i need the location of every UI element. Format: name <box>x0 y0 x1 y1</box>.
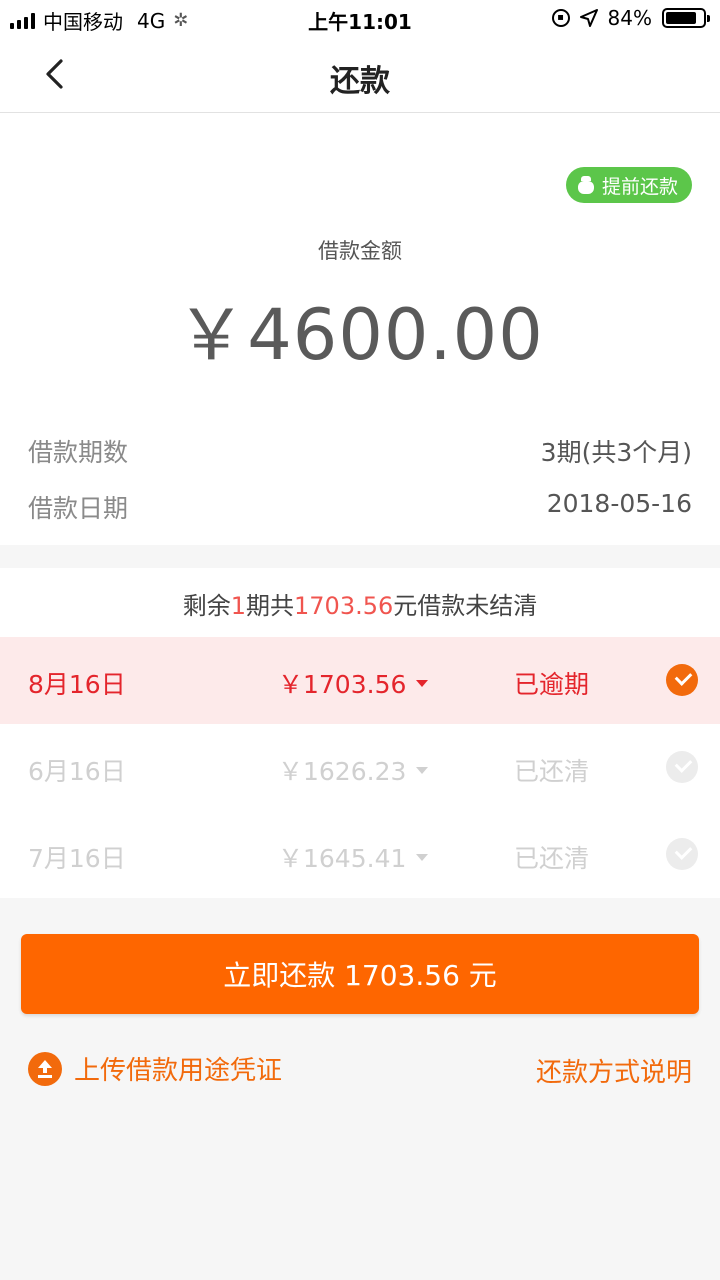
loan-amount-label: 借款金额 <box>318 239 402 263</box>
prepay-label: 提前还款 <box>601 175 678 198</box>
loan-date-row: 借款日期 2018-05-16 <box>28 489 692 529</box>
installment-row[interactable]: 6月16日 ￥1626.23 已还清 <box>0 724 720 811</box>
check-circle-icon <box>666 751 698 783</box>
installment-status: 已逾期 <box>514 670 590 699</box>
caret-down-icon <box>416 853 429 861</box>
status-bar: 中国移动 4G ✲ 上午11:01 ▪ 84% <box>0 0 720 36</box>
upload-proof-link[interactable]: 上传借款用途凭证 <box>28 1050 282 1087</box>
installment-amount-text: ￥1626.23 <box>278 757 407 786</box>
remaining-summary: 剩余1期共1703.56元借款未结清 <box>0 586 720 621</box>
battery-percent: 84% <box>607 6 652 30</box>
prepay-button[interactable]: 提前还款 <box>565 167 692 203</box>
loan-amount-value: ￥4600.00 <box>176 294 544 376</box>
rotation-lock-icon: ▪ <box>551 9 570 27</box>
repayment-method-link[interactable]: 还款方式说明 <box>536 1052 692 1089</box>
loan-periods-label: 借款期数 <box>28 438 129 467</box>
installment-date: 7月16日 <box>28 844 126 873</box>
remaining-count: 1 <box>230 592 247 620</box>
loan-date-value: 2018-05-16 <box>546 489 692 518</box>
loan-date-label: 借款日期 <box>28 494 129 523</box>
remaining-amount: 1703.56 <box>294 592 394 620</box>
installment-amount[interactable]: ￥1703.56 <box>278 665 429 701</box>
loan-periods-value: 3期(共3个月) <box>540 438 692 467</box>
installment-row[interactable]: 7月16日 ￥1645.41 已还清 <box>0 811 720 898</box>
caret-down-icon <box>416 679 429 687</box>
installment-status: 已还清 <box>514 757 590 786</box>
remaining-prefix: 剩余 <box>182 592 231 620</box>
money-bag-icon <box>577 176 594 194</box>
location-arrow-icon <box>579 9 598 27</box>
battery-fill <box>666 12 697 24</box>
installment-status: 已还清 <box>514 844 590 873</box>
installment-date: 6月16日 <box>28 757 126 786</box>
installment-amount-text: ￥1703.56 <box>278 670 407 699</box>
check-circle-icon <box>666 838 698 870</box>
remaining-suffix: 元借款未结清 <box>393 592 538 620</box>
installment-amount-text: ￥1645.41 <box>278 844 407 873</box>
installments-section: 剩余1期共1703.56元借款未结清 8月16日 ￥1703.56 已逾期 6月… <box>0 568 720 898</box>
upload-icon <box>28 1051 62 1086</box>
installment-date: 8月16日 <box>28 670 126 699</box>
upload-proof-label: 上传借款用途凭证 <box>74 1056 283 1086</box>
installment-row[interactable]: 8月16日 ￥1703.56 已逾期 <box>0 637 720 724</box>
installment-amount[interactable]: ￥1645.41 <box>278 839 429 875</box>
page-title: 还款 <box>330 64 390 99</box>
battery-icon <box>662 8 710 28</box>
status-right: ▪ 84% <box>551 6 710 30</box>
loan-summary-card: 提前还款 借款金额 ￥4600.00 借款期数 3期(共3个月) 借款日期 20… <box>0 113 720 545</box>
pay-now-button[interactable]: 立即还款 1703.56 元 <box>21 934 699 1014</box>
check-circle-icon[interactable] <box>666 664 698 696</box>
installment-amount[interactable]: ￥1626.23 <box>278 752 429 788</box>
nav-bar: 还款 <box>0 36 720 113</box>
remaining-middle: 期共 <box>246 592 295 620</box>
loan-periods-row: 借款期数 3期(共3个月) <box>28 433 692 473</box>
caret-down-icon <box>416 766 429 774</box>
